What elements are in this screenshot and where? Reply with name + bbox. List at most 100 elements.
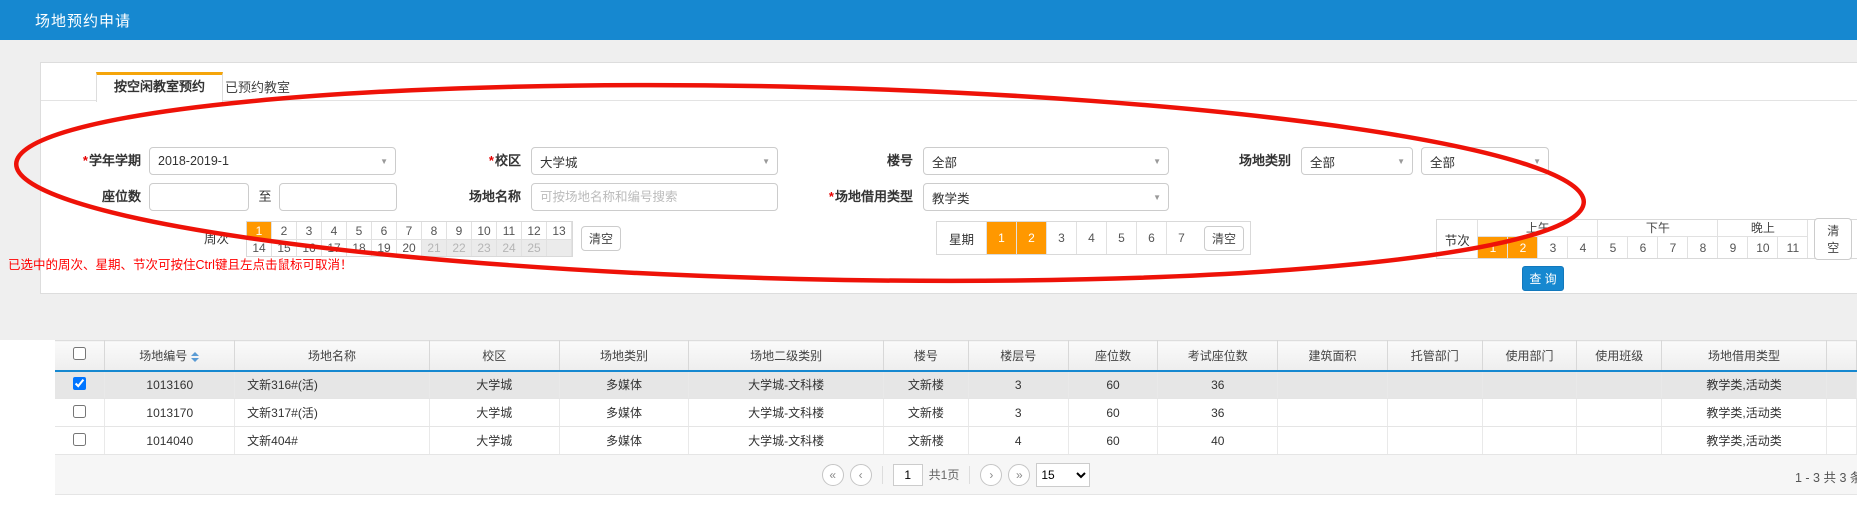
week-cell[interactable]: 8 xyxy=(422,222,447,239)
week-cell-empty xyxy=(547,239,572,256)
week-cell[interactable]: 13 xyxy=(547,222,572,239)
column-header: 托管部门 xyxy=(1387,341,1482,371)
period-cell[interactable]: 4 xyxy=(1568,237,1598,258)
week-cell[interactable]: 3 xyxy=(297,222,322,239)
page-number-input[interactable] xyxy=(893,464,923,486)
week-cell[interactable]: 7 xyxy=(397,222,422,239)
column-header: 场地名称 xyxy=(235,341,430,371)
weekday-cell[interactable]: 4 xyxy=(1076,222,1106,254)
row-checkbox[interactable] xyxy=(73,377,86,390)
periods-group-header: 晚上 xyxy=(1718,220,1808,237)
periods-box: 节次 上午 1 2 3 4 下午 5 6 7 8 xyxy=(1436,219,1857,259)
last-page-button[interactable]: » xyxy=(1008,464,1030,486)
semester-select[interactable]: 2018-2019-1▼ xyxy=(149,147,396,175)
column-header: 考试座位数 xyxy=(1158,341,1278,371)
row-checkbox[interactable] xyxy=(73,405,86,418)
periods-clear-button[interactable]: 清空 xyxy=(1814,218,1852,260)
week-cell[interactable]: 4 xyxy=(322,222,347,239)
week-grid: 1 2 3 4 5 6 7 8 9 10 11 12 13 14 15 16 1… xyxy=(246,221,573,257)
period-cell[interactable]: 9 xyxy=(1718,237,1748,258)
results-section: 场地编号 场地名称 校区 场地类别 场地二级类别 楼号 楼层号 座位数 考试座位… xyxy=(0,340,1857,512)
select-all-checkbox[interactable] xyxy=(73,347,86,360)
required-mark: * xyxy=(489,153,494,168)
building-select[interactable]: 全部▼ xyxy=(923,147,1169,175)
page-size-select[interactable]: 15 xyxy=(1036,463,1090,487)
column-header-venue-id[interactable]: 场地编号 xyxy=(105,341,235,371)
weekday-label: 星期 xyxy=(937,222,986,254)
weekday-cell[interactable]: 1 xyxy=(986,222,1016,254)
periods-label: 节次 xyxy=(1437,220,1478,258)
sort-icon[interactable] xyxy=(191,352,200,362)
venue-category-select-2[interactable]: 全部▼ xyxy=(1421,147,1549,175)
week-cell-disabled: 23 xyxy=(472,239,497,256)
total-pages-label: 共1页 xyxy=(929,466,960,483)
period-cell[interactable]: 7 xyxy=(1658,237,1688,258)
venue-name-input[interactable] xyxy=(531,183,778,211)
week-cell[interactable]: 5 xyxy=(347,222,372,239)
query-button[interactable]: 查 询 xyxy=(1522,266,1564,291)
tab-reserved-classroom[interactable]: 已预约教室 xyxy=(209,76,306,100)
period-cell[interactable]: 2 xyxy=(1508,237,1538,258)
period-cell[interactable]: 3 xyxy=(1538,237,1568,258)
week-cell[interactable]: 1 xyxy=(247,222,272,239)
chevron-down-icon: ▼ xyxy=(762,157,770,166)
seat-max-input[interactable] xyxy=(279,183,397,211)
week-cell[interactable]: 12 xyxy=(522,222,547,239)
next-page-button[interactable]: › xyxy=(980,464,1002,486)
table-row[interactable]: 1013170 文新317#(活) 大学城 多媒体 大学城-文科楼 文新楼 3 … xyxy=(55,399,1857,427)
week-cell[interactable]: 11 xyxy=(497,222,522,239)
week-cell[interactable]: 10 xyxy=(472,222,497,239)
app-header: 场地预约申请 xyxy=(0,0,1857,40)
campus-select[interactable]: 大学城▼ xyxy=(531,147,778,175)
venue-category-select-1[interactable]: 全部▼ xyxy=(1301,147,1413,175)
table-row[interactable]: 1013160 文新316#(活) 大学城 多媒体 大学城-文科楼 文新楼 3 … xyxy=(55,371,1857,399)
period-cell[interactable]: 5 xyxy=(1598,237,1628,258)
column-header: 建筑面积 xyxy=(1278,341,1388,371)
row-checkbox[interactable] xyxy=(73,433,86,446)
weekday-cell[interactable]: 5 xyxy=(1106,222,1136,254)
week-cell[interactable]: 19 xyxy=(372,239,397,256)
seat-min-input[interactable] xyxy=(149,183,249,211)
page-title: 场地预约申请 xyxy=(35,10,131,31)
period-cell[interactable]: 10 xyxy=(1748,237,1778,258)
column-header: 楼层号 xyxy=(968,341,1068,371)
venue-name-label: 场地名称 xyxy=(441,183,521,211)
weekday-cell[interactable]: 3 xyxy=(1046,222,1076,254)
chevron-down-icon: ▼ xyxy=(1153,157,1161,166)
week-clear-button[interactable]: 清空 xyxy=(581,226,621,251)
weekday-cell[interactable]: 6 xyxy=(1136,222,1166,254)
column-header: 座位数 xyxy=(1068,341,1158,371)
prev-page-button[interactable]: ‹ xyxy=(850,464,872,486)
column-header: 校区 xyxy=(429,341,559,371)
column-header: 使用班级 xyxy=(1577,341,1662,371)
period-cell[interactable]: 11 xyxy=(1778,237,1808,258)
period-cell[interactable]: 8 xyxy=(1688,237,1718,258)
weekday-box: 星期 1 2 3 4 5 6 7 清空 xyxy=(936,221,1251,255)
first-page-button[interactable]: « xyxy=(822,464,844,486)
period-cell[interactable]: 6 xyxy=(1628,237,1658,258)
seat-count-label: 座位数 xyxy=(61,183,141,211)
borrow-type-label: *场地借用类型 xyxy=(787,183,913,211)
tab-divider xyxy=(41,100,1857,101)
periods-group-header: 上午 xyxy=(1478,220,1598,237)
week-cell[interactable]: 6 xyxy=(372,222,397,239)
table-row[interactable]: 1014040 文新404# 大学城 多媒体 大学城-文科楼 文新楼 4 60 … xyxy=(55,427,1857,455)
week-cell[interactable]: 20 xyxy=(397,239,422,256)
period-cell[interactable]: 1 xyxy=(1478,237,1508,258)
tab-by-free-classroom[interactable]: 按空闲教室预约 xyxy=(96,72,223,102)
borrow-type-select[interactable]: 教学类▼ xyxy=(923,183,1169,211)
periods-group-afternoon: 下午 5 6 7 8 xyxy=(1598,220,1718,258)
weekday-cell[interactable]: 2 xyxy=(1016,222,1046,254)
chevron-down-icon: ▼ xyxy=(1397,157,1405,166)
venue-category-label: 场地类别 xyxy=(1191,147,1291,175)
periods-group-morning: 上午 1 2 3 4 xyxy=(1478,220,1598,258)
pager-divider xyxy=(882,466,883,484)
column-header: 场地借用类型 xyxy=(1662,341,1827,371)
week-cell[interactable]: 2 xyxy=(272,222,297,239)
weekday-clear-button[interactable]: 清空 xyxy=(1204,226,1244,251)
weekday-cell[interactable]: 7 xyxy=(1166,222,1196,254)
week-cell[interactable]: 9 xyxy=(447,222,472,239)
table-header-row: 场地编号 场地名称 校区 场地类别 场地二级类别 楼号 楼层号 座位数 考试座位… xyxy=(55,341,1857,371)
seat-to-label: 至 xyxy=(255,183,275,211)
venue-reservation-page: 场地预约申请 按空闲教室预约 已预约教室 *学年学期 2018-2019-1▼ … xyxy=(0,0,1857,512)
